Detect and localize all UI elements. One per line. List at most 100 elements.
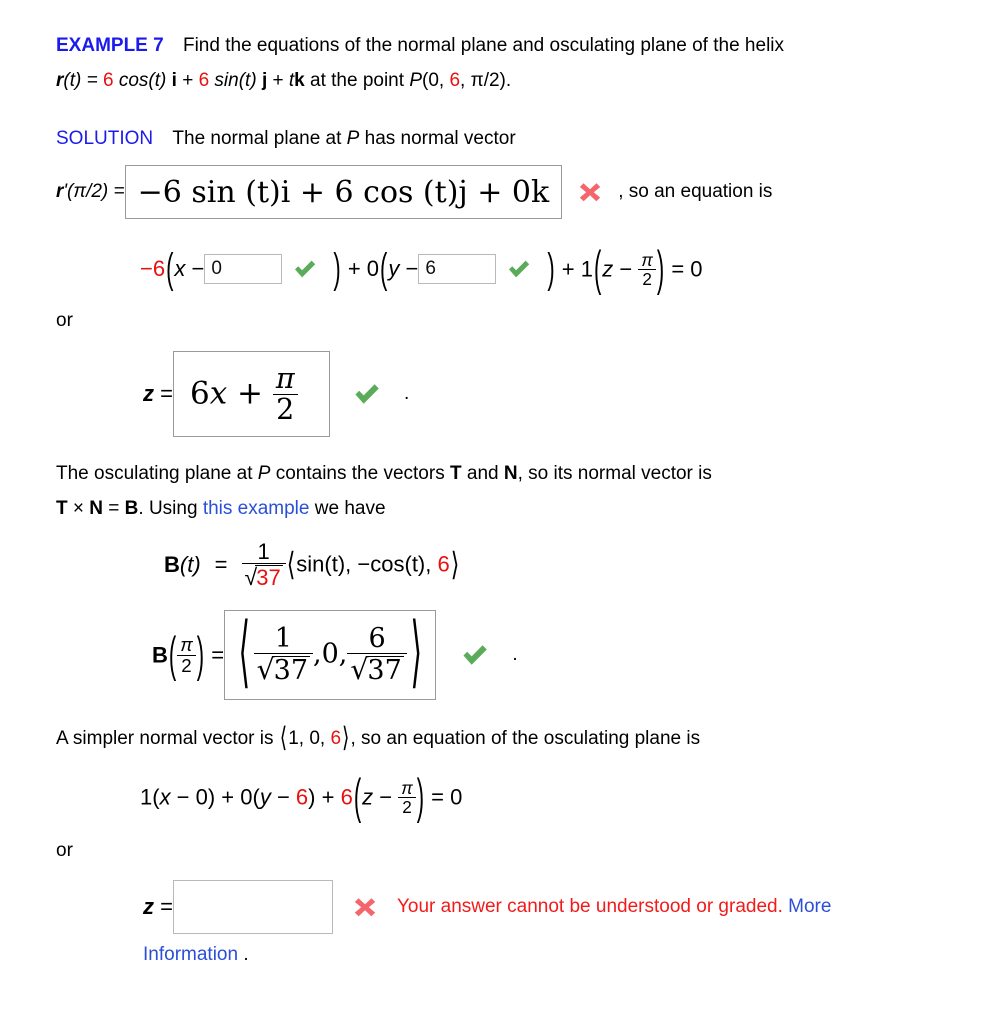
example-statement: EXAMPLE 7 Find the equations of the norm… <box>56 32 966 95</box>
vector-N-1: N <box>503 463 518 484</box>
equals-sign-2: = <box>103 497 125 519</box>
final-eq-part3: − <box>270 783 296 809</box>
answer-input-x[interactable] <box>204 254 283 284</box>
cross-product-symbol: × <box>67 497 90 519</box>
z-answer-plus: + <box>227 374 273 411</box>
final-answer-feedback: Your answer cannot be understood or grad… <box>397 896 831 918</box>
example-label: EXAMPLE 7 <box>56 35 164 56</box>
check-icon-3 <box>352 379 382 409</box>
osculating-plane-equation-row: 1(x − 0) + 0(y − 6) + 6(z − π 2) = 0 <box>140 767 463 824</box>
simpler-vector-line: A simpler normal vector is ⟨1, 0, 6⟩, so… <box>56 723 701 753</box>
final-eq-part1: 1( <box>140 783 160 809</box>
osc-line2-end: we have <box>309 497 386 519</box>
pi-numerator: π <box>641 249 653 270</box>
point-p-label: P <box>409 69 422 91</box>
more-information-link-part2[interactable]: Information <box>143 944 238 965</box>
binormal-comp-2: −cos(t), <box>357 551 438 577</box>
z-label-1: z <box>143 381 154 406</box>
rprime-row: r'(π/2) = −6 sin (t)i + 6 cos (t)j + 0k … <box>56 165 772 219</box>
binormal-box-zero: ,0, <box>313 638 348 670</box>
plus-sign-1: + <box>176 69 199 91</box>
solution-intro-a: The normal plane at <box>172 128 347 149</box>
more-information-link-part1[interactable]: More <box>788 896 831 917</box>
cross-icon-2 <box>351 893 379 921</box>
check-icon-2 <box>506 256 532 282</box>
rprime-trailing-text: , so an equation is <box>618 181 773 202</box>
error-message-text: Your answer cannot be understood or grad… <box>396 896 789 917</box>
simpler-text-b: , so an equation of the osculating plane… <box>350 728 701 749</box>
binormal-radicand: 37 <box>255 565 283 591</box>
solution-intro: SOLUTION The normal plane at P has norma… <box>56 128 516 150</box>
binormal-comp-1: sin(t), <box>296 551 358 577</box>
final-eq-pi: π <box>401 777 413 798</box>
osculating-paragraph: The osculating plane at P contains the v… <box>56 460 936 523</box>
osc-line1-a: The osculating plane at <box>56 463 258 484</box>
answer-input-y[interactable] <box>418 254 497 284</box>
osc-line1-b: contains the vectors <box>270 463 450 484</box>
final-eq-y: y <box>259 783 271 809</box>
binormal-arg-pi: π <box>180 633 193 655</box>
final-eq-minus: − <box>373 783 399 809</box>
coefficient-b: 6 <box>198 69 210 91</box>
more-information-link-row: Information . <box>143 944 249 966</box>
point-coords-open: (0, <box>422 69 450 91</box>
or-label-2: or <box>56 840 73 861</box>
equals-sign-3: = <box>214 552 228 577</box>
osc-using-text: . Using <box>138 497 203 519</box>
minus-sign-1: − <box>185 256 205 281</box>
final-eq-six-a: 6 <box>295 783 309 809</box>
rprime-answer-box[interactable]: −6 sin (t)i + 6 cos (t)j + 0k <box>124 165 563 219</box>
minus-sign-2: − <box>399 256 419 281</box>
simpler-v1: 1, 0, <box>288 728 331 749</box>
binormal-answer-box[interactable]: ⟨ 1 √37,0, 6 √37 ⟩ <box>224 609 437 700</box>
cos-term: cos(t) <box>113 69 172 91</box>
final-eq-z: z <box>362 783 374 809</box>
binormal-frac-numerator: 1 <box>257 539 270 565</box>
osc-line1-d: , so its normal vector is <box>517 463 712 484</box>
solution-label: SOLUTION <box>56 128 154 149</box>
z-answer-box[interactable]: 6x + π2 <box>172 351 330 437</box>
binormal-box-rad-1: 37 <box>272 655 311 686</box>
point-coords-rest: , π/2). <box>460 69 512 91</box>
binormal-value-row: B(π 2) = ⟨ 1 √37,0, 6 √37 ⟩ . <box>152 608 518 700</box>
z-label-2: z <box>143 894 154 919</box>
angle-bracket-open-1: ⟨ <box>286 545 296 583</box>
this-example-link[interactable]: this example <box>203 498 310 519</box>
z-answer-variable: x <box>209 374 228 411</box>
solution-point-p: P <box>346 128 360 149</box>
minus-sign-3: − <box>613 255 639 281</box>
simpler-v2: 6 <box>330 728 342 749</box>
two-denominator: 2 <box>638 268 656 288</box>
binormal-arg-two: 2 <box>177 654 196 676</box>
rprime-label-rest: '(π/2) = <box>63 181 125 202</box>
or-label-1: or <box>56 310 73 331</box>
angle-bracket-open-3: ⟨ <box>279 723 288 754</box>
k-unit-vector: k <box>294 69 305 91</box>
vector-N-2: N <box>89 497 103 519</box>
final-answer-input[interactable] <box>172 880 333 934</box>
solution-intro-b: has normal vector <box>359 128 516 149</box>
coefficient-a: 6 <box>103 69 114 91</box>
rprime-answer-text: −6 sin (t)i + 6 cos (t)j + 0k <box>137 174 550 210</box>
r-argument: (t) = <box>63 69 103 91</box>
vector-T-1: T <box>449 463 462 484</box>
at-the-point-text: at the point <box>304 69 410 91</box>
z-answer-pi: π <box>275 361 295 395</box>
vector-B-2: B <box>164 552 180 577</box>
binormal-box-num-2: 6 <box>368 622 386 654</box>
z-answer-period: . <box>403 383 410 404</box>
normal-plane-equation-row: −6(x − ) + 0(y − ) + 1(z − π2) = 0 <box>140 240 703 296</box>
vector-B-3: B <box>152 642 168 668</box>
variable-z: z <box>602 255 614 281</box>
simpler-text-a: A simpler normal vector is <box>56 728 279 749</box>
osc-line1-c: and <box>461 463 504 484</box>
cross-icon <box>576 178 604 206</box>
sin-term: sin(t) <box>209 69 262 91</box>
final-eq-x: x <box>159 783 171 809</box>
binormal-box-rad-2: 37 <box>366 655 404 686</box>
angle-bracket-close-1: ⟩ <box>450 545 460 583</box>
binormal-box-num-1: 1 <box>274 622 292 654</box>
binormal-formula-row: B(t) = 1 √37 ⟨sin(t), −cos(t), 6⟩ <box>164 539 460 591</box>
final-eq-two: 2 <box>398 796 416 816</box>
variable-y: y <box>388 256 400 281</box>
